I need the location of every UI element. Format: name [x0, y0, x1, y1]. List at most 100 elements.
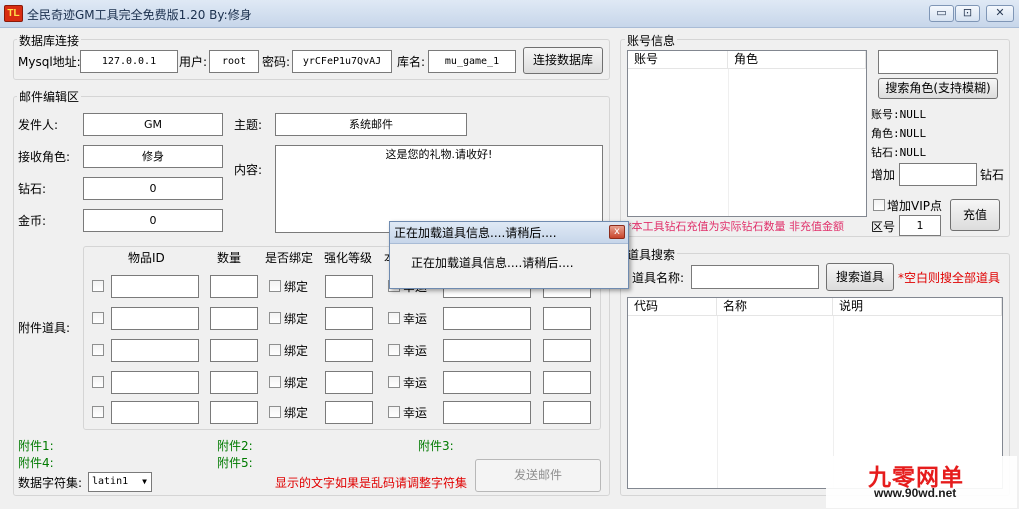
content-textarea[interactable]: 这是您的礼物.请收好!: [275, 145, 603, 233]
enhance-input[interactable]: [325, 275, 373, 298]
quantity-input[interactable]: [210, 307, 258, 330]
attachment-label: 附件道具:: [18, 321, 71, 335]
item-id-input[interactable]: [111, 339, 199, 362]
attach-checkbox[interactable]: [92, 406, 104, 418]
charset-select[interactable]: latin1 ▼: [88, 472, 152, 492]
attachment5-label: 附件5:: [217, 456, 253, 470]
item-id-input[interactable]: [111, 275, 199, 298]
luck-checkbox[interactable]: [388, 376, 400, 388]
zone-label: 区号: [871, 220, 896, 234]
luck-checkbox[interactable]: [388, 344, 400, 356]
send-mail-button[interactable]: 发送邮件: [475, 459, 601, 492]
enhance-input[interactable]: [325, 371, 373, 394]
vip-label: 增加VIP点: [887, 199, 942, 213]
item-id-input[interactable]: [111, 307, 199, 330]
subject-input[interactable]: 系统邮件: [275, 113, 467, 136]
item-id-input[interactable]: [111, 371, 199, 394]
diamond-label: 钻石:: [18, 182, 47, 196]
gold-input[interactable]: 0: [83, 209, 223, 232]
item-name-input[interactable]: [691, 265, 819, 289]
item-id-input[interactable]: [111, 401, 199, 424]
add-diamond-input[interactable]: [899, 163, 977, 186]
attachment3-label: 附件3:: [418, 439, 454, 453]
enhance-input[interactable]: [325, 339, 373, 362]
add-label: 增加: [871, 168, 896, 182]
recharge-button[interactable]: 充值: [950, 199, 1000, 231]
col-quantity: 数量: [217, 251, 242, 265]
account-info-text: 账号:NULL: [871, 108, 927, 121]
close-button[interactable]: ✕: [986, 5, 1014, 22]
subject-label: 主题:: [234, 118, 263, 132]
dbname-label: 库名:: [397, 55, 426, 69]
luck-label: 幸运: [403, 344, 428, 358]
item-table-header: 代码 名称 说明: [628, 298, 1002, 316]
col-role: 角色: [728, 51, 866, 68]
vip-checkbox[interactable]: [873, 199, 885, 211]
item-name-label: 道具名称:: [632, 271, 685, 285]
luck-label: 幸运: [403, 312, 428, 326]
extra-input[interactable]: [443, 339, 531, 362]
account-group-title: 账号信息: [625, 32, 678, 49]
dbname-input[interactable]: mu_game_1: [428, 50, 516, 73]
sender-input[interactable]: GM: [83, 113, 223, 136]
attachment1-label: 附件1:: [18, 439, 54, 453]
enhance-input[interactable]: [325, 401, 373, 424]
bind-label: 绑定: [284, 280, 309, 294]
bind-checkbox[interactable]: [269, 376, 281, 388]
luck-checkbox[interactable]: [388, 312, 400, 324]
bind-checkbox[interactable]: [269, 344, 281, 356]
extra-small-input[interactable]: [543, 401, 591, 424]
password-input[interactable]: yrCFeP1u7QvAJ: [292, 50, 392, 73]
recharge-note: *本工具钻石充值为实际钻石数量 非充值金额: [626, 220, 844, 233]
extra-input[interactable]: [443, 307, 531, 330]
dialog-close-button[interactable]: x: [609, 225, 625, 239]
connect-db-button[interactable]: 连接数据库: [523, 47, 603, 74]
account-table[interactable]: 账号 角色: [627, 50, 867, 217]
attach-checkbox[interactable]: [92, 280, 104, 292]
search-item-button[interactable]: 搜索道具: [826, 263, 894, 291]
bind-label: 绑定: [284, 312, 309, 326]
charset-value: latin1: [92, 476, 129, 487]
bind-checkbox[interactable]: [269, 280, 281, 292]
search-role-button[interactable]: 搜索角色(支持模糊): [878, 78, 998, 99]
dialog-title-bar: 正在加载道具信息....请稍后.... x: [390, 222, 628, 244]
item-search-hint: *空白则搜全部道具: [898, 271, 1001, 285]
diamond-unit-label: 钻石: [980, 168, 1005, 182]
receiver-input[interactable]: 修身: [83, 145, 223, 168]
charset-note: 显示的文字如果是乱码请调整字符集: [275, 476, 468, 490]
bind-checkbox[interactable]: [269, 406, 281, 418]
app-logo-icon: TL: [4, 5, 23, 22]
content-label: 内容:: [234, 163, 263, 177]
dialog-message: 正在加载道具信息....请稍后....: [411, 256, 574, 270]
extra-input[interactable]: [443, 401, 531, 424]
col-bind: 是否绑定: [265, 251, 314, 265]
quantity-input[interactable]: [210, 339, 258, 362]
bind-checkbox[interactable]: [269, 312, 281, 324]
charset-label: 数据字符集:: [18, 476, 83, 490]
quantity-input[interactable]: [210, 371, 258, 394]
quantity-input[interactable]: [210, 401, 258, 424]
extra-small-input[interactable]: [543, 339, 591, 362]
item-group-title: 道具搜索: [625, 246, 678, 263]
user-input[interactable]: root: [209, 50, 259, 73]
quantity-input[interactable]: [210, 275, 258, 298]
extra-small-input[interactable]: [543, 307, 591, 330]
diamond-input[interactable]: 0: [83, 177, 223, 200]
loading-dialog: 正在加载道具信息....请稍后.... x 正在加载道具信息....请稍后...…: [389, 221, 629, 289]
role-search-input[interactable]: [878, 50, 998, 74]
luck-label: 幸运: [403, 376, 428, 390]
attach-checkbox[interactable]: [92, 312, 104, 324]
bind-label: 绑定: [284, 344, 309, 358]
window-title: 全民奇迹GM工具完全免费版1.20 By:修身: [27, 8, 252, 22]
attach-checkbox[interactable]: [92, 344, 104, 356]
enhance-input[interactable]: [325, 307, 373, 330]
extra-input[interactable]: [443, 371, 531, 394]
luck-checkbox[interactable]: [388, 406, 400, 418]
attach-checkbox[interactable]: [92, 376, 104, 388]
mysql-address-input[interactable]: 127.0.0.1: [80, 50, 178, 73]
account-table-header: 账号 角色: [628, 51, 866, 69]
zone-input[interactable]: 1: [899, 215, 941, 236]
maximize-button[interactable]: ⊡: [955, 5, 980, 22]
minimize-button[interactable]: ▭: [929, 5, 954, 22]
extra-small-input[interactable]: [543, 371, 591, 394]
